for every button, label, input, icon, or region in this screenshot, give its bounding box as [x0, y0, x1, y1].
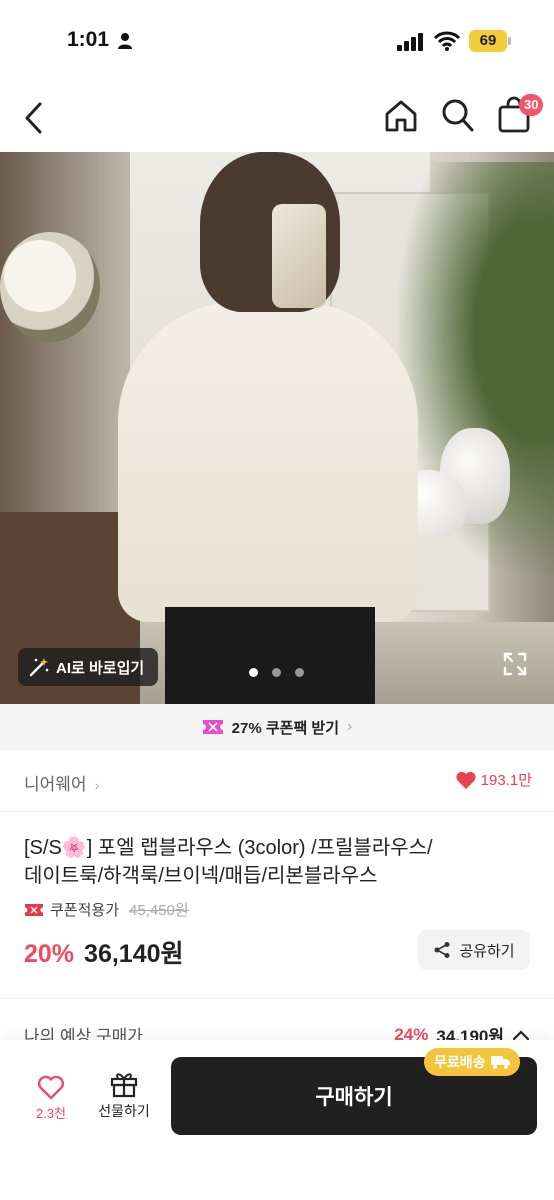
product-title: [S/S🌸] 포엘 랩블라우스 (3color) /프릴블라우스/ 데이트룩/하…	[24, 834, 534, 890]
chevron-right-icon: ›	[347, 718, 353, 735]
brand-name: 니어웨어	[24, 775, 87, 794]
wishlist-button[interactable]: 2.3천	[30, 1074, 72, 1122]
top-navigation: 30	[0, 80, 554, 152]
price-row: 20% 36,140원	[24, 934, 184, 970]
section-divider	[0, 998, 554, 999]
delivery-truck-icon	[490, 1056, 510, 1069]
gift-button[interactable]: 선물하기	[92, 1070, 156, 1121]
carousel-dot[interactable]	[295, 668, 304, 677]
expand-icon[interactable]	[502, 651, 528, 677]
brand-row: 니어웨어 › 193.1만	[0, 750, 554, 812]
coupon-price-label: 쿠폰적용가	[50, 902, 120, 919]
bottom-action-bar: 2.3천 선물하기 구매하기 무료배송	[0, 1040, 554, 1200]
buy-label: 구매하기	[315, 1086, 393, 1109]
status-time: 1:01	[67, 28, 110, 51]
coupon-ticket-icon	[202, 720, 223, 734]
status-bar: 1:01 69	[0, 0, 554, 80]
share-label: 공유하기	[459, 942, 515, 960]
coupon-price-line: 쿠폰적용가 45,450원	[24, 899, 189, 920]
carousel-indicator	[249, 668, 304, 677]
ai-try-on-label: AI로 바로입기	[56, 659, 145, 677]
product-title-line: 데이트룩/하객룩/브이넥/매듭/리본블라우스	[24, 865, 378, 887]
battery-indicator: 69	[469, 30, 507, 52]
image-pants	[165, 607, 375, 704]
coupon-pack-label: 27% 쿠폰팩 받기	[231, 719, 340, 737]
heart-filled-icon	[456, 771, 476, 789]
product-title-line: [S/S🌸] 포엘 랩블라우스 (3color) /프릴블라우스/	[24, 837, 433, 859]
chevron-right-icon: ›	[94, 777, 100, 793]
sale-price: 36,140원	[84, 940, 184, 968]
carousel-dot[interactable]	[249, 668, 258, 677]
image-phone	[272, 204, 326, 308]
heart-outline-icon	[37, 1075, 65, 1100]
image-flowers	[0, 232, 100, 342]
product-image[interactable]	[0, 152, 554, 704]
coupon-ticket-icon	[25, 903, 43, 916]
battery-cap	[508, 37, 511, 45]
share-button[interactable]: 공유하기	[418, 930, 530, 970]
discount-rate: 20%	[24, 940, 75, 968]
carousel-dot[interactable]	[272, 668, 281, 677]
magic-wand-icon	[29, 658, 49, 677]
brand-likes[interactable]: 193.1만	[455, 769, 532, 790]
gift-label: 선물하기	[98, 1103, 150, 1119]
original-price: 45,450원	[129, 902, 189, 919]
coupon-pack-banner[interactable]: 27% 쿠폰팩 받기 ›	[0, 704, 554, 750]
chevron-up-icon	[512, 1029, 530, 1040]
home-icon[interactable]	[383, 98, 419, 134]
gift-icon	[110, 1073, 138, 1098]
person-icon	[118, 33, 132, 49]
wishlist-count: 2.3천	[35, 1106, 67, 1121]
cart-count-badge: 30	[519, 94, 544, 116]
free-shipping-label: 무료배송	[434, 1054, 486, 1070]
cellular-signal-icon	[397, 33, 423, 51]
brand-likes-count: 193.1만	[480, 772, 532, 789]
back-arrow-icon[interactable]	[18, 98, 52, 138]
share-icon	[434, 942, 450, 958]
search-icon[interactable]	[441, 98, 475, 134]
ai-try-on-button[interactable]: AI로 바로입기	[18, 648, 159, 686]
image-blouse	[118, 302, 418, 622]
wifi-icon	[434, 31, 460, 51]
brand-link[interactable]: 니어웨어 ›	[24, 770, 99, 795]
free-shipping-badge: 무료배송	[424, 1048, 520, 1076]
